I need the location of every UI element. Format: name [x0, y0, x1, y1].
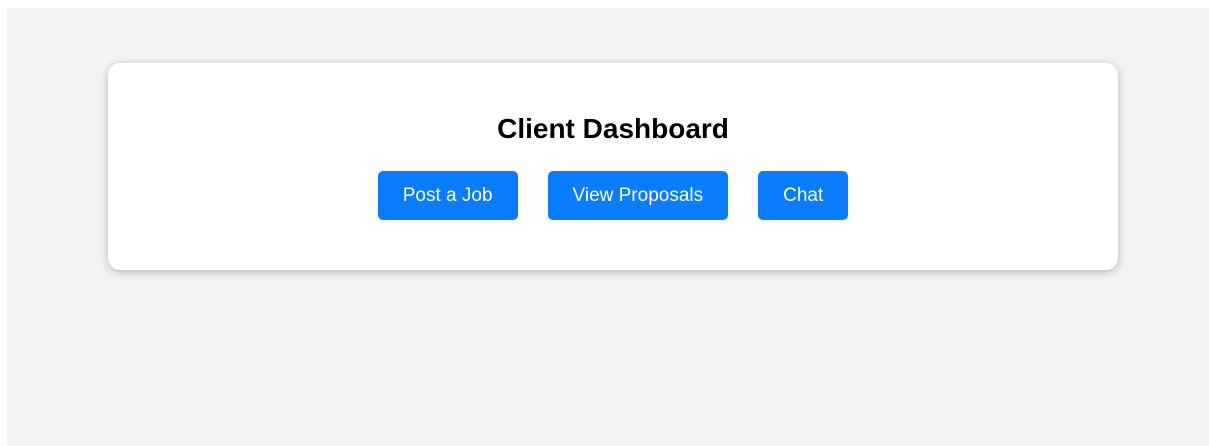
- chat-button[interactable]: Chat: [758, 171, 849, 220]
- view-proposals-button[interactable]: View Proposals: [547, 171, 729, 220]
- action-buttons: Post a Job View Proposals Chat: [108, 171, 1118, 220]
- page-title: Client Dashboard: [497, 113, 729, 144]
- post-job-button[interactable]: Post a Job: [377, 171, 518, 220]
- page-background: Client Dashboard Post a Job View Proposa…: [7, 8, 1209, 446]
- dashboard-card: Client Dashboard Post a Job View Proposa…: [108, 63, 1118, 270]
